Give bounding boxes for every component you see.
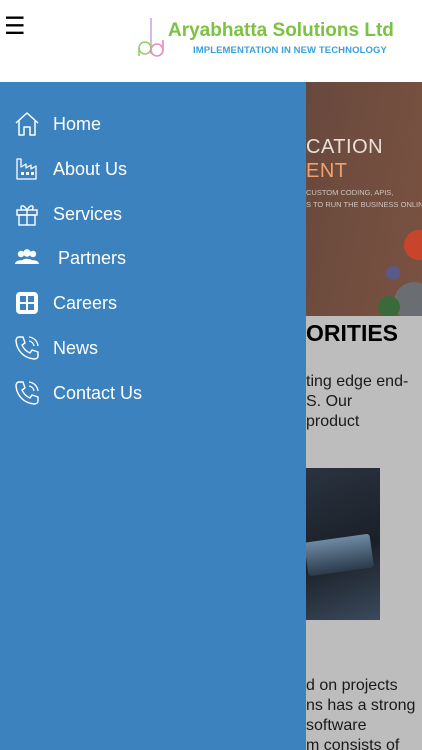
hero-subtext-line1: CUSTOM CODING, APIS, [306,188,394,197]
paragraph-line: software [306,717,367,734]
tablet-photo [306,468,380,620]
hamburger-menu-icon[interactable]: ☰ [4,14,26,38]
menu-item-contact-us[interactable]: Contact Us [0,371,306,416]
gift-icon [16,204,38,226]
hero-heading-line1: CATION [306,136,384,158]
paragraph-line: d on projects [306,677,398,694]
menu-item-home[interactable]: Home [0,102,306,147]
paragraph-line: m consists of [306,737,400,750]
company-tagline: IMPLEMENTATION IN NEW TECHNOLOGY [193,45,387,56]
priorities-heading: ORITIES [306,320,399,346]
menu-item-services[interactable]: Services [0,192,306,237]
menu-label-careers: Careers [53,293,118,314]
paragraph-line: product [306,413,360,430]
menu-label-services: Services [53,203,123,224]
menu-label-partners: Partners [58,248,127,269]
phone-icon [15,381,39,405]
menu-item-news[interactable]: News [0,326,306,371]
menu-label-contact-us: Contact Us [53,382,143,403]
paragraph-line: ting edge end- [306,373,409,390]
factory-icon [16,158,37,180]
hero-subtext-line2: S TO RUN THE BUSINESS ONLINE. [306,200,422,209]
menu-item-partners[interactable]: Partners [0,236,306,281]
hero-heading-line2: ENT [306,160,348,182]
navigation-drawer: Home About Us Services Partners Careers … [0,82,306,750]
menu-label-home: Home [53,114,102,134]
menu-item-careers[interactable]: Careers [0,281,306,326]
menu-item-about-us[interactable]: About Us [0,147,306,192]
ab-logo-mark-icon [138,18,164,57]
grid-icon [16,292,38,315]
phone-icon [15,336,39,360]
hero-decoration-circle [386,266,400,280]
menu-label-news: News [53,337,99,358]
app-header: ☰ Aryabhatta Solutions Ltd IMPLEMENTATIO… [0,0,422,82]
people-icon [15,249,39,265]
hero-decoration-circle [378,296,400,316]
paragraph-line: ns has a strong [306,697,416,714]
company-name: Aryabhatta Solutions Ltd [168,20,394,41]
tablet-image [306,533,375,577]
hero-decoration-circle [404,230,422,260]
menu-label-about-us: About Us [53,158,128,179]
home-icon [15,112,39,136]
paragraph-line: S. Our [306,393,353,410]
company-logo[interactable]: Aryabhatta Solutions Ltd IMPLEMENTATION … [136,14,416,66]
drawer-menu: Home About Us Services Partners Careers … [0,102,306,416]
